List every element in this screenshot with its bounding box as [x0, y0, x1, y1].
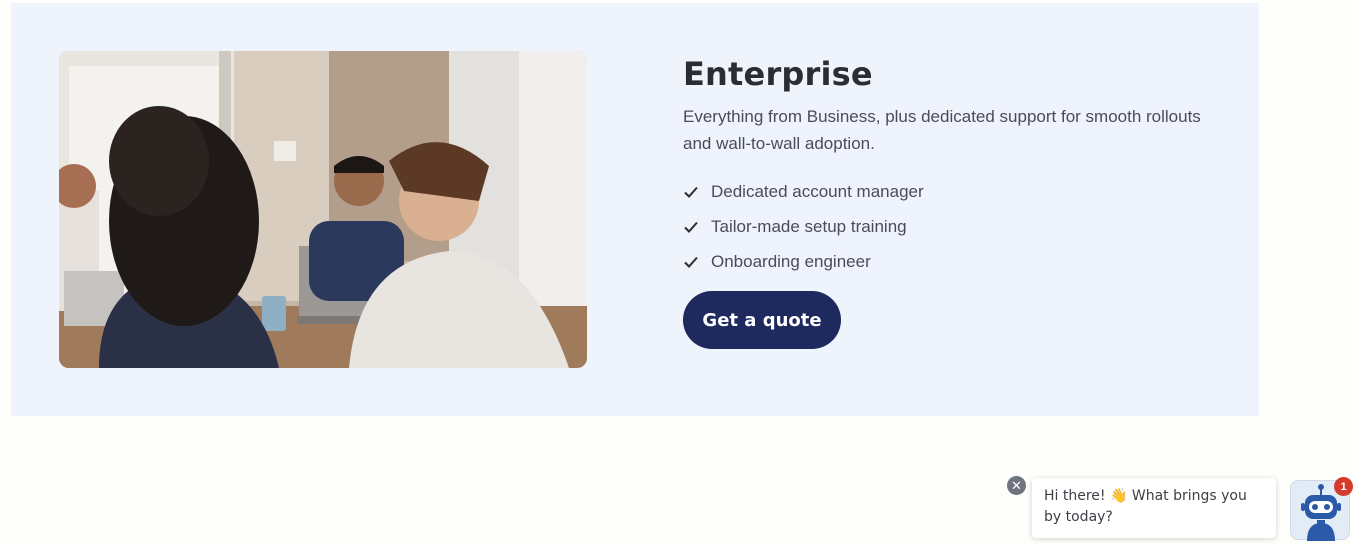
chat-greeting-bubble[interactable]: Hi there! 👋 What brings you by today?	[1032, 478, 1276, 538]
checkmark-icon	[684, 256, 698, 268]
plan-title: Enterprise	[683, 55, 873, 93]
feature-item: Onboarding engineer	[683, 244, 1203, 279]
plan-description: Everything from Business, plus dedicated…	[683, 107, 1201, 153]
feature-item: Dedicated account manager	[683, 174, 1203, 209]
close-icon[interactable]: ✕	[1007, 476, 1026, 495]
feature-label: Dedicated account manager	[711, 181, 924, 201]
checkmark-icon	[684, 221, 698, 233]
feature-label: Onboarding engineer	[711, 251, 871, 271]
feature-label: Tailor-made setup training	[711, 216, 907, 236]
chat-message: Hi there! 👋 What brings you by today?	[1044, 488, 1247, 525]
enterprise-content: Enterprise Everything from Business, plu…	[683, 55, 1203, 349]
checkmark-icon	[684, 186, 698, 198]
get-quote-button[interactable]: Get a quote	[683, 291, 841, 349]
feature-list: Dedicated account manager Tailor-made se…	[683, 174, 1203, 279]
notification-badge: 1	[1334, 477, 1353, 496]
enterprise-card: Enterprise Everything from Business, plu…	[11, 3, 1259, 416]
team-meeting-illustration	[59, 51, 587, 368]
feature-item: Tailor-made setup training	[683, 209, 1203, 244]
team-meeting-photo	[59, 51, 587, 368]
